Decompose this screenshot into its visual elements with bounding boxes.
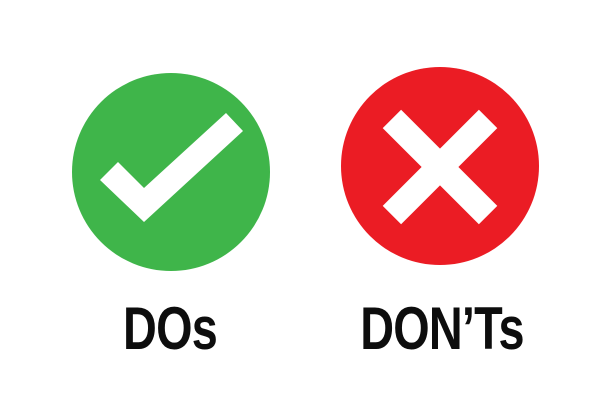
dos-donts-graphic: DOs DON’Ts	[0, 0, 612, 408]
do-badge	[72, 73, 270, 271]
do-label: DOs	[123, 295, 218, 362]
dont-label: DON’Ts	[360, 295, 524, 362]
dont-badge	[341, 67, 539, 265]
